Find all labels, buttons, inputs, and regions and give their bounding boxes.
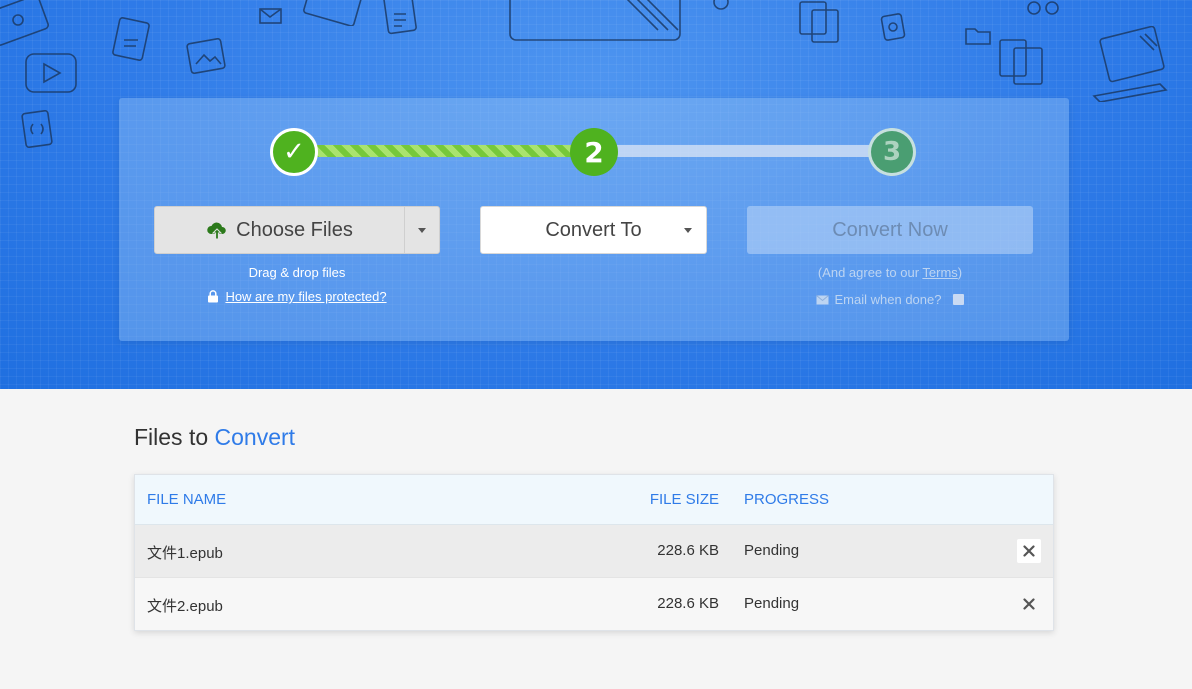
step-3-inactive: 3 <box>868 128 916 176</box>
small-doodle-icon <box>713 0 729 10</box>
cloud-upload-icon <box>207 222 226 240</box>
file-doodle-icon <box>21 110 53 149</box>
choose-files-button[interactable]: Choose Files <box>155 207 405 253</box>
file-protection-row: How are my files protected? <box>154 289 440 304</box>
convert-to-dropdown[interactable]: Convert To <box>480 206 707 254</box>
table-row: 文件2.epub 228.6 KB Pending <box>135 578 1053 631</box>
file-name: 文件1.epub <box>147 545 223 562</box>
column-header-progress: PROGRESS <box>744 491 830 508</box>
mov-file-doodle-icon <box>112 17 150 61</box>
file-size: 228.6 KB <box>657 595 719 612</box>
mail-doodle-icon <box>259 8 282 24</box>
convert-to-label: Convert To <box>545 218 642 241</box>
checkmark-icon: ✓ <box>283 137 305 167</box>
step-3-number: 3 <box>882 137 902 167</box>
laptop-doodle-icon <box>1092 26 1168 102</box>
video-doodle-icon <box>25 53 77 93</box>
tablet-doodle-icon <box>303 0 363 26</box>
file-protection-link[interactable]: How are my files protected? <box>225 289 386 304</box>
remove-file-button[interactable] <box>1017 539 1041 563</box>
step-1-complete: ✓ <box>270 128 318 176</box>
agree-suffix: ) <box>957 265 963 280</box>
step-2-number: 2 <box>584 135 604 169</box>
convert-now-button[interactable]: Convert Now <box>747 206 1033 254</box>
agree-prefix: (And agree to our <box>817 265 923 280</box>
table-row: 文件1.epub 228.6 KB Pending <box>135 525 1053 578</box>
terms-link[interactable]: Terms <box>922 265 957 280</box>
monitor-doodle-icon <box>509 0 681 41</box>
cassette-doodle-icon <box>0 0 49 46</box>
convert-now-label: Convert Now <box>832 218 948 241</box>
choose-files-button-group: Choose Files <box>154 206 440 254</box>
drag-drop-hint: Drag & drop files <box>248 265 346 280</box>
hero-banner: ✓ 2 3 Choose Files Drag & drop files How… <box>0 0 1192 389</box>
email-when-done-checkbox[interactable] <box>953 294 965 305</box>
email-when-done-row: Email when done? <box>747 292 1033 307</box>
file-small-doodle-icon <box>880 13 906 41</box>
conversion-panel: ✓ 2 3 Choose Files Drag & drop files How… <box>119 98 1069 341</box>
file-progress: Pending <box>744 595 800 612</box>
email-when-done-label: Email when done? <box>834 292 942 307</box>
file-progress: Pending <box>744 542 800 559</box>
remove-file-button[interactable] <box>1017 592 1041 616</box>
files-section-title: Files to Convert <box>134 424 295 451</box>
files-table: FILE NAME FILE SIZE PROGRESS 文件1.epub 22… <box>134 474 1054 631</box>
document-doodle-icon <box>383 0 417 35</box>
progress-track-pending <box>594 145 894 157</box>
step-2-active: 2 <box>570 128 618 176</box>
documents-doodle-icon <box>799 1 839 43</box>
files-table-header: FILE NAME FILE SIZE PROGRESS <box>135 475 1053 525</box>
column-header-file-size: FILE SIZE <box>649 491 719 508</box>
progress-track-completed <box>294 145 594 157</box>
envelope-icon <box>815 294 829 304</box>
image-doodle-icon <box>186 38 226 75</box>
clipboard-doodle-icon <box>999 39 1043 85</box>
files-title-prefix: Files to <box>134 424 215 450</box>
choose-files-label: Choose Files <box>236 218 353 241</box>
close-icon <box>1023 598 1035 610</box>
folder-doodle-icon <box>965 28 991 45</box>
close-icon <box>1023 545 1035 557</box>
chevron-down-icon <box>684 228 692 233</box>
music-doodle-icon <box>1027 1 1059 15</box>
file-size: 228.6 KB <box>657 542 719 559</box>
lock-icon <box>208 290 219 303</box>
files-title-accent: Convert <box>214 424 296 450</box>
choose-files-dropdown-toggle[interactable] <box>405 207 439 253</box>
chevron-down-icon <box>418 227 426 233</box>
column-header-file-name: FILE NAME <box>147 491 227 508</box>
terms-agreement: (And agree to our Terms) <box>747 265 1033 280</box>
file-name: 文件2.epub <box>147 598 223 615</box>
